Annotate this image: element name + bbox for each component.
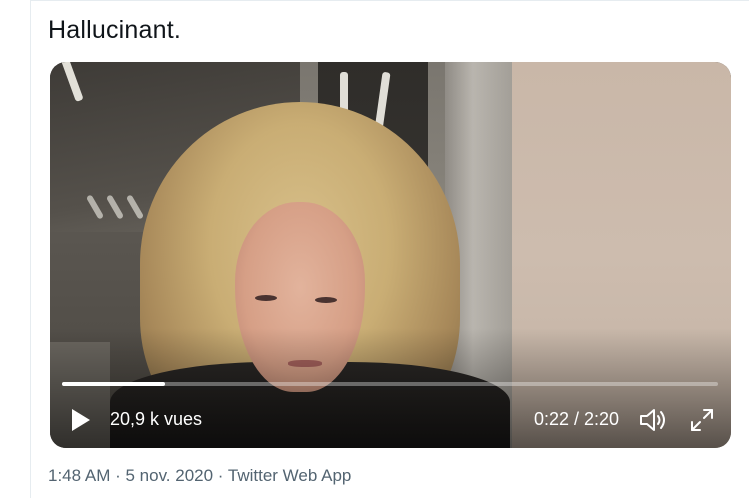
fullscreen-button[interactable]	[688, 406, 716, 434]
tweet-date[interactable]: 5 nov. 2020	[125, 466, 213, 485]
tweet-text: Hallucinant.	[48, 16, 182, 44]
meta-separator: ·	[213, 466, 228, 485]
video-time: 0:22 / 2:20	[534, 409, 620, 429]
meta-separator: ·	[110, 466, 126, 485]
video-progress-fill	[62, 382, 165, 386]
volume-button[interactable]	[638, 406, 668, 434]
view-count: 20,9 k vues	[110, 409, 203, 429]
video-controls: 20,9 k vues 0:22 / 2:20	[50, 398, 731, 444]
tweet-time[interactable]: 1:48 AM	[48, 466, 110, 485]
tweet-source[interactable]: Twitter Web App	[228, 466, 351, 485]
fullscreen-icon	[691, 409, 713, 431]
play-icon	[72, 409, 90, 431]
play-button[interactable]	[68, 406, 94, 434]
video-progress-bar[interactable]	[62, 382, 718, 386]
tweet-meta: 1:48 AM · 5 nov. 2020 · Twitter Web App	[48, 466, 351, 486]
volume-icon	[640, 409, 665, 431]
video-player[interactable]	[50, 62, 731, 448]
video-frame	[50, 62, 731, 448]
